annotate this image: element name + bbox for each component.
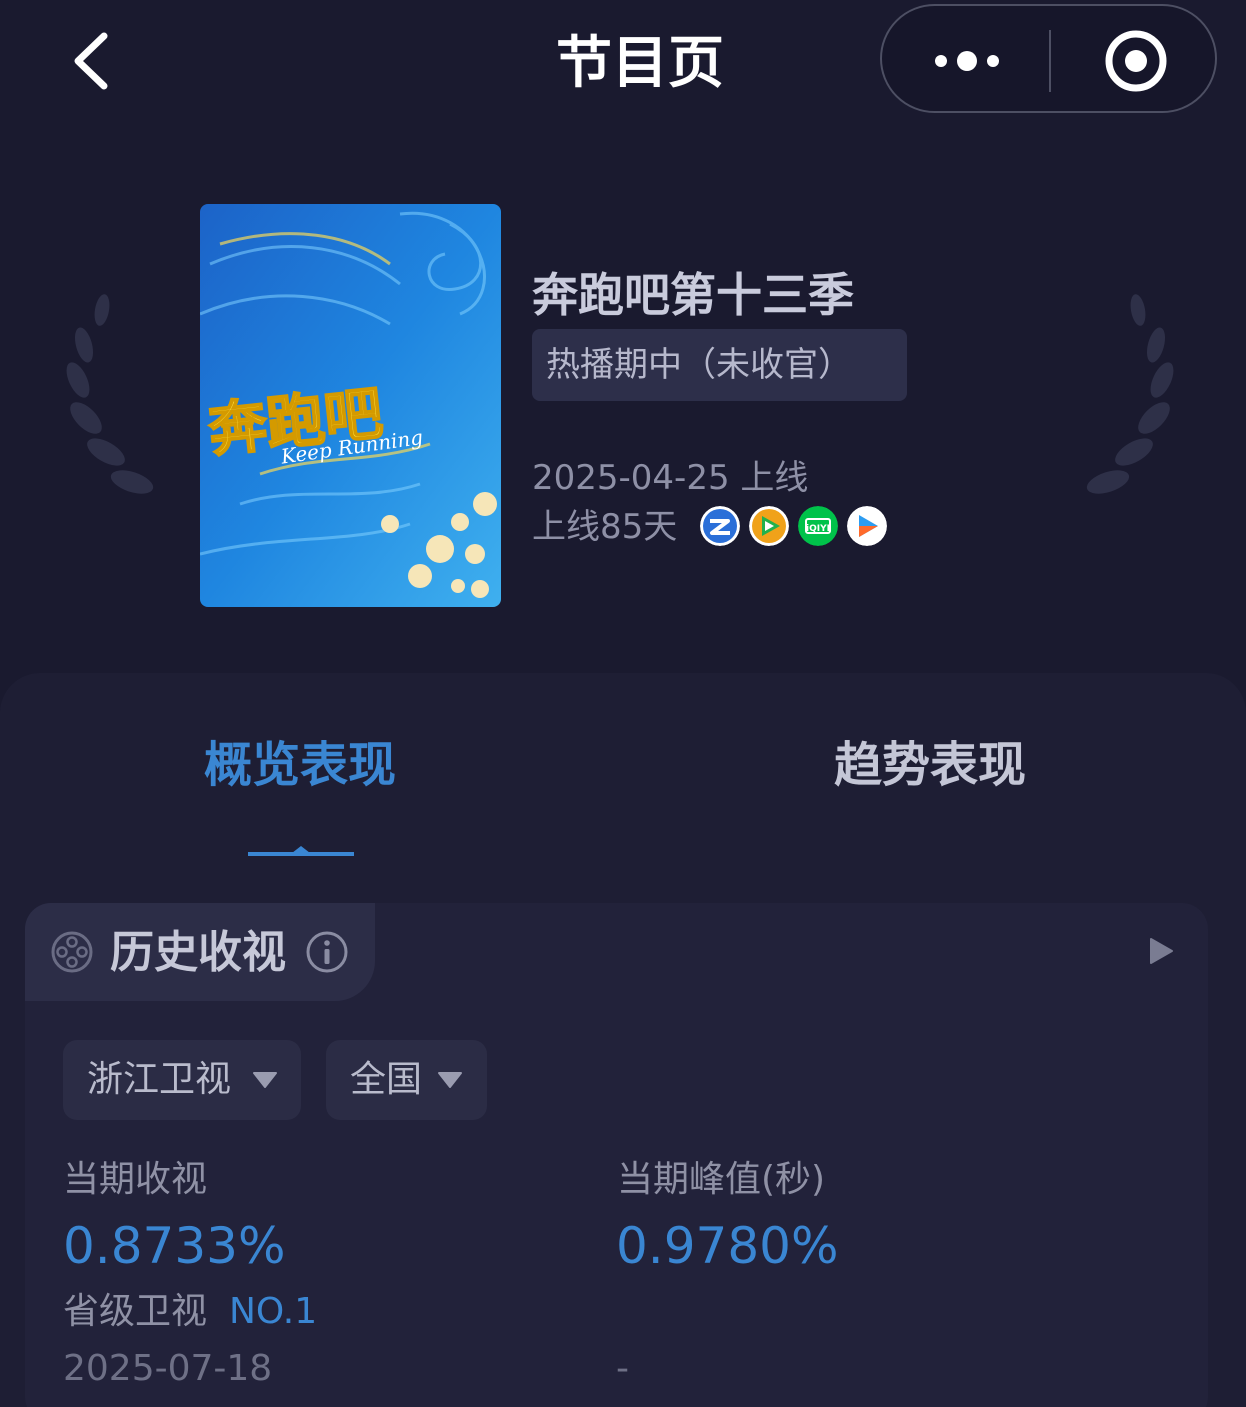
release-date: 2025-04-25 上线	[532, 458, 809, 498]
rank-label: 省级卫视	[63, 1291, 208, 1332]
tab-overview[interactable]: 概览表现	[150, 730, 450, 800]
circle-target-icon	[1105, 30, 1167, 92]
peak-rating-date: -	[616, 1348, 629, 1389]
laurel-left-icon	[66, 294, 154, 494]
channel-select[interactable]: 浙江卫视	[63, 1040, 301, 1120]
show-poster[interactable]: 奔跑吧 Keep Running	[200, 204, 501, 607]
rank-value: NO.1	[229, 1291, 318, 1332]
tencent-video-icon[interactable]	[749, 506, 789, 546]
caret-down-icon	[253, 1072, 277, 1088]
show-title: 奔跑吧第十三季	[532, 268, 854, 322]
poster-artwork: 奔跑吧 Keep Running	[200, 204, 501, 607]
peak-rating-value: 0.9780%	[616, 1217, 839, 1275]
status-badge: 热播期中（未收官）	[532, 329, 907, 401]
current-rating-value: 0.8733%	[63, 1217, 286, 1275]
days-online: 上线85天	[532, 507, 678, 547]
film-reel-icon	[51, 931, 93, 973]
current-rating-label: 当期收视	[63, 1159, 208, 1200]
back-button[interactable]	[62, 30, 122, 92]
current-rating-date: 2025-07-18	[63, 1348, 273, 1389]
region-select-label: 全国	[350, 1059, 423, 1100]
channel-select-label: 浙江卫视	[87, 1059, 232, 1100]
close-button[interactable]	[1052, 8, 1215, 111]
peak-rating-label: 当期峰值(秒)	[617, 1159, 826, 1200]
laurel-right-icon	[1086, 294, 1174, 494]
card-title: 历史收视	[110, 927, 286, 978]
capsule-divider	[1049, 30, 1051, 92]
tab-trend[interactable]: 趋势表现	[780, 730, 1080, 800]
page-title: 节目页	[556, 31, 724, 96]
info-icon[interactable]	[305, 930, 349, 974]
region-select[interactable]: 全国	[326, 1040, 487, 1120]
svg-text:iQIYI: iQIYI	[806, 524, 830, 534]
zhejiang-tv-icon[interactable]	[700, 506, 740, 546]
youku-icon[interactable]	[847, 506, 887, 546]
more-dots-icon	[935, 51, 999, 71]
tab-active-indicator	[248, 846, 354, 856]
iqiyi-icon[interactable]: iQIYI	[798, 506, 838, 546]
more-button[interactable]	[884, 8, 1049, 111]
caret-down-icon	[438, 1072, 462, 1088]
play-icon[interactable]	[1146, 936, 1176, 966]
program-page: 节目页 奔跑吧 Keep Running 奔跑吧第十三季 热播期中（未收官） 2…	[0, 0, 1246, 1407]
chevron-left-icon	[74, 32, 108, 90]
mini-program-capsule	[880, 4, 1217, 113]
